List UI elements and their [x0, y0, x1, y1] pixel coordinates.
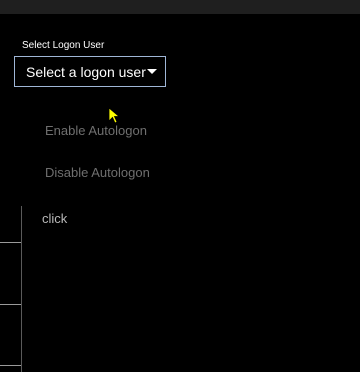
- enable-autologon-button[interactable]: Enable Autologon: [45, 123, 147, 138]
- logon-user-combobox[interactable]: Select a logon user: [14, 56, 166, 87]
- left-list-panel[interactable]: [0, 206, 22, 372]
- disable-autologon-button[interactable]: Disable Autologon: [45, 165, 150, 180]
- logon-user-label: Select Logon User: [22, 40, 105, 51]
- mouse-pointer-icon: [108, 107, 120, 124]
- list-divider: [0, 365, 21, 366]
- status-text: click: [42, 211, 68, 226]
- logon-user-combobox-text: Select a logon user: [26, 63, 146, 80]
- app-window: Select Logon User Select a logon user En…: [0, 0, 360, 372]
- title-bar: [0, 0, 360, 14]
- chevron-down-icon: [147, 69, 157, 74]
- list-divider: [0, 242, 21, 243]
- list-divider: [0, 304, 21, 305]
